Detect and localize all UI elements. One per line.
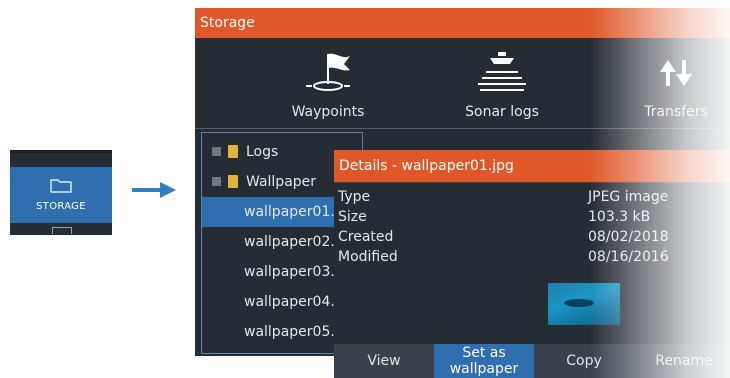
expand-icon[interactable] [212, 147, 221, 156]
tree-label: Logs [246, 144, 279, 160]
category-sonar-logs[interactable]: Sonar logs [427, 38, 577, 128]
detail-value: JPEG image [588, 189, 669, 205]
storage-tile: STORAGE [10, 150, 112, 235]
detail-row-created: Created 08/02/2018 [338, 229, 730, 249]
dialog-title: Details - wallpaper01.jpg [334, 150, 730, 182]
view-button[interactable]: View [334, 344, 434, 378]
divider [195, 128, 730, 129]
set-wallpaper-button[interactable]: Set as wallpaper [434, 344, 534, 378]
detail-key: Size [338, 209, 367, 225]
detail-row-type: Type JPEG image [338, 189, 730, 209]
category-label: Transfers [644, 104, 708, 120]
details-body: Type JPEG image Size 103.3 kB Created 08… [334, 182, 730, 345]
waypoint-flag-icon [306, 53, 350, 91]
dialog-button-bar: View Set as wallpaper Copy Rename [334, 344, 730, 378]
copy-button[interactable]: Copy [534, 344, 634, 378]
collapse-icon[interactable] [212, 177, 221, 186]
detail-key: Type [338, 189, 371, 205]
folder-icon [50, 179, 72, 193]
whale-shape [564, 299, 594, 307]
details-dialog: Details - wallpaper01.jpg Type JPEG imag… [334, 150, 730, 378]
category-bar: Waypoints Sonar logs Transfers [195, 38, 730, 128]
detail-key: Created [338, 229, 394, 245]
detail-value: 08/16/2016 [588, 249, 669, 265]
next-tile-icon [52, 227, 72, 234]
image-thumbnail [548, 283, 620, 325]
folder-icon [228, 145, 238, 158]
detail-key: Modified [338, 249, 398, 265]
transfer-arrows-icon [660, 60, 692, 86]
category-waypoints[interactable]: Waypoints [253, 38, 403, 128]
window-title: Storage [195, 8, 730, 38]
arrow-icon [132, 182, 176, 198]
storage-button[interactable]: STORAGE [10, 167, 112, 223]
tree-label: Wallpaper [246, 174, 317, 190]
detail-row-size: Size 103.3 kB [338, 209, 730, 229]
detail-value: 08/02/2018 [588, 229, 669, 245]
category-label: Waypoints [291, 104, 365, 120]
detail-row-modified: Modified 08/16/2016 [338, 249, 730, 269]
folder-icon [228, 175, 238, 188]
sonar-boat-icon [478, 52, 526, 91]
category-label: Sonar logs [465, 104, 539, 120]
category-transfers[interactable]: Transfers [601, 38, 730, 128]
detail-value: 103.3 kB [588, 209, 651, 225]
storage-button-label: STORAGE [36, 201, 86, 212]
rename-button[interactable]: Rename [634, 344, 730, 378]
